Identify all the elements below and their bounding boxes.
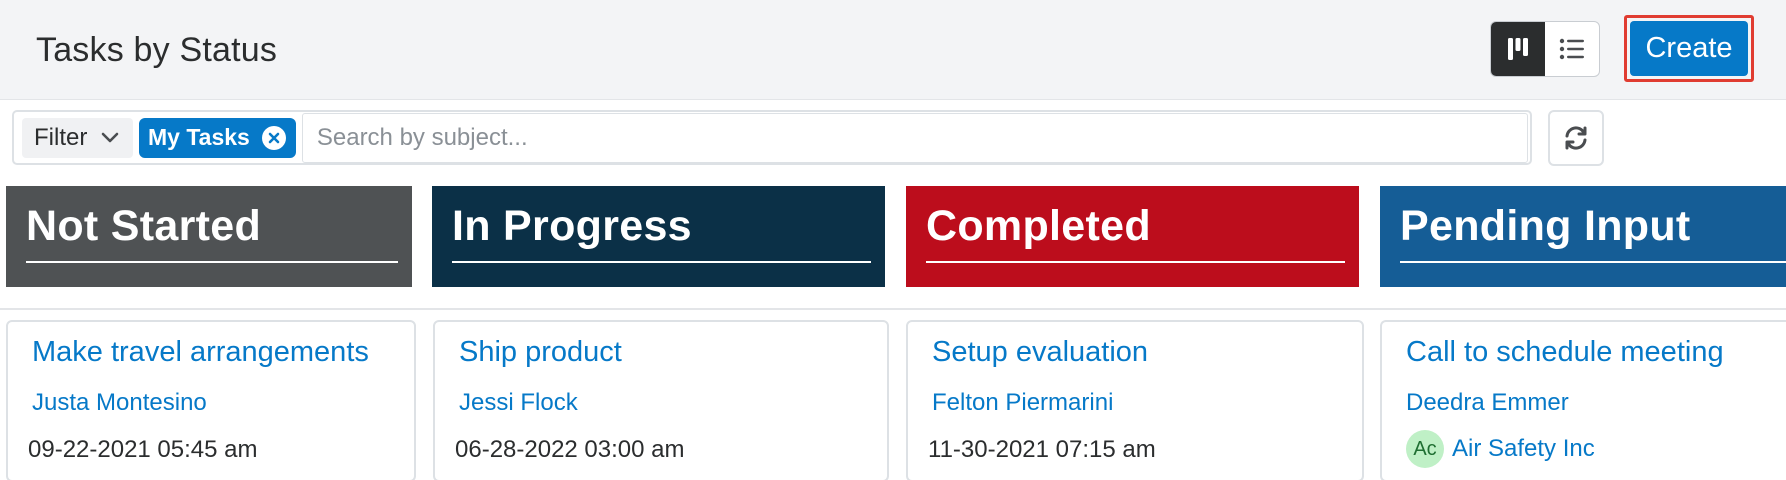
page-header: Tasks by Status Create	[0, 0, 1786, 100]
column-header-not-started: Not Started	[6, 186, 412, 287]
filter-dropdown[interactable]: Filter	[22, 117, 133, 158]
remove-filter-button[interactable]	[261, 125, 286, 150]
page-title: Tasks by Status	[36, 31, 278, 69]
search-input[interactable]	[301, 112, 1528, 163]
column-title-underline	[452, 261, 871, 263]
task-subject-link[interactable]: Make travel arrangements	[32, 336, 369, 369]
account-avatar-badge: Ac	[1406, 430, 1444, 468]
task-card: Ship product Jessi Flock 06-28-2022 03:0…	[433, 320, 889, 480]
active-filter-pill: My Tasks	[139, 117, 296, 158]
column-title-underline	[926, 261, 1345, 263]
tile-view-button[interactable]	[1491, 22, 1545, 76]
column-header-pending-input: Pending Input	[1380, 186, 1786, 287]
task-assignee-link[interactable]: Felton Piermarini	[932, 389, 1113, 417]
task-account: Ac Air Safety Inc	[1406, 430, 1595, 468]
filter-bar: Filter My Tasks	[12, 110, 1532, 165]
view-toggle	[1490, 21, 1600, 77]
task-card: Make travel arrangements Justa Montesino…	[6, 320, 416, 480]
column-title-underline	[1400, 261, 1786, 263]
create-button-highlight: Create	[1624, 15, 1754, 82]
column-title: Not Started	[26, 202, 262, 250]
task-due-date: 11-30-2021 07:15 am	[928, 436, 1156, 463]
chevron-down-icon	[102, 132, 119, 142]
column-title: In Progress	[452, 202, 692, 250]
task-subject-link[interactable]: Call to schedule meeting	[1406, 336, 1724, 369]
column-title: Pending Input	[1400, 202, 1691, 250]
task-card: Setup evaluation Felton Piermarini 11-30…	[906, 320, 1364, 480]
active-filter-label: My Tasks	[148, 124, 250, 150]
task-card: Call to schedule meeting Deedra Emmer Ac…	[1380, 320, 1786, 480]
list-view-icon	[1559, 38, 1584, 60]
task-subject-link[interactable]: Ship product	[459, 336, 622, 369]
task-assignee-link[interactable]: Deedra Emmer	[1406, 389, 1569, 417]
tile-view-icon	[1508, 38, 1528, 60]
task-assignee-link[interactable]: Jessi Flock	[459, 389, 578, 417]
close-icon	[268, 132, 280, 143]
task-due-date: 09-22-2021 05:45 am	[28, 436, 258, 463]
refresh-icon	[1565, 126, 1587, 150]
column-title: Completed	[926, 202, 1151, 250]
column-header-in-progress: In Progress	[432, 186, 885, 287]
column-header-completed: Completed	[906, 186, 1359, 287]
list-view-button[interactable]	[1545, 22, 1599, 76]
task-due-date: 06-28-2022 03:00 am	[455, 436, 685, 463]
header-divider	[0, 308, 1786, 310]
column-title-underline	[26, 261, 398, 263]
task-assignee-link[interactable]: Justa Montesino	[32, 389, 207, 417]
task-subject-link[interactable]: Setup evaluation	[932, 336, 1148, 369]
refresh-button[interactable]	[1548, 110, 1604, 166]
task-account-link[interactable]: Air Safety Inc	[1452, 435, 1595, 463]
filter-dropdown-label: Filter	[34, 123, 88, 151]
create-button[interactable]: Create	[1630, 21, 1748, 76]
